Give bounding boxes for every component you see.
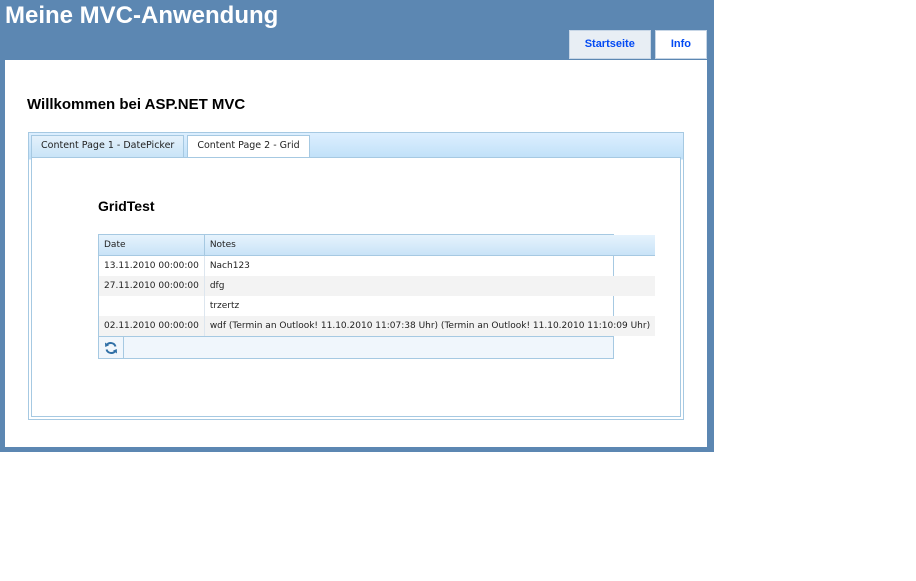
table-row[interactable]: 02.11.2010 00:00:00 wdf (Termin an Outlo… bbox=[99, 316, 656, 336]
grid-pager bbox=[99, 336, 613, 358]
refresh-button[interactable] bbox=[99, 337, 124, 358]
table-row[interactable]: 27.11.2010 00:00:00 dfg bbox=[99, 276, 656, 296]
cell-notes: trzertz bbox=[209, 301, 240, 311]
table-row[interactable]: 13.11.2010 00:00:00 Nach123 bbox=[99, 255, 655, 276]
column-header-date[interactable]: Date bbox=[99, 235, 205, 256]
tab-container: Content Page 1 - DatePicker Content Page… bbox=[28, 132, 684, 420]
cell-date bbox=[99, 296, 205, 316]
tab-panel-grid: GridTest Date Notes 13.11.2010 00:00:00 bbox=[31, 157, 681, 417]
tab-bar: Content Page 1 - DatePicker Content Page… bbox=[31, 135, 310, 158]
column-header-notes[interactable]: Notes bbox=[204, 235, 656, 256]
menu-info[interactable]: Info bbox=[654, 30, 707, 59]
refresh-icon bbox=[105, 341, 117, 354]
cell-date: 02.11.2010 00:00:00 bbox=[99, 316, 205, 336]
grid-title: GridTest bbox=[98, 198, 155, 214]
site-title: Meine MVC-Anwendung bbox=[5, 2, 279, 29]
main-content: Willkommen bei ASP.NET MVC Content Page … bbox=[5, 60, 707, 447]
table-row[interactable]: trzertz bbox=[99, 296, 655, 316]
cell-notes: Nach123 bbox=[209, 261, 250, 271]
tab-datepicker[interactable]: Content Page 1 - DatePicker bbox=[31, 135, 185, 157]
menu-startseite[interactable]: Startseite bbox=[568, 30, 651, 59]
tab-grid[interactable]: Content Page 2 - Grid bbox=[187, 135, 310, 158]
cell-notes: dfg bbox=[204, 276, 656, 296]
cell-date: 27.11.2010 00:00:00 bbox=[99, 276, 205, 296]
page-title: Willkommen bei ASP.NET MVC bbox=[27, 96, 246, 113]
data-grid: Date Notes 13.11.2010 00:00:00 Nach123 2… bbox=[98, 234, 656, 359]
main-menu: Startseite Info bbox=[568, 30, 707, 59]
site-header: Meine MVC-Anwendung Startseite Info Will… bbox=[0, 0, 714, 452]
cell-notes: wdf (Termin an Outlook! 11.10.2010 11:07… bbox=[204, 316, 656, 336]
cell-date: 13.11.2010 00:00:00 bbox=[99, 255, 205, 276]
